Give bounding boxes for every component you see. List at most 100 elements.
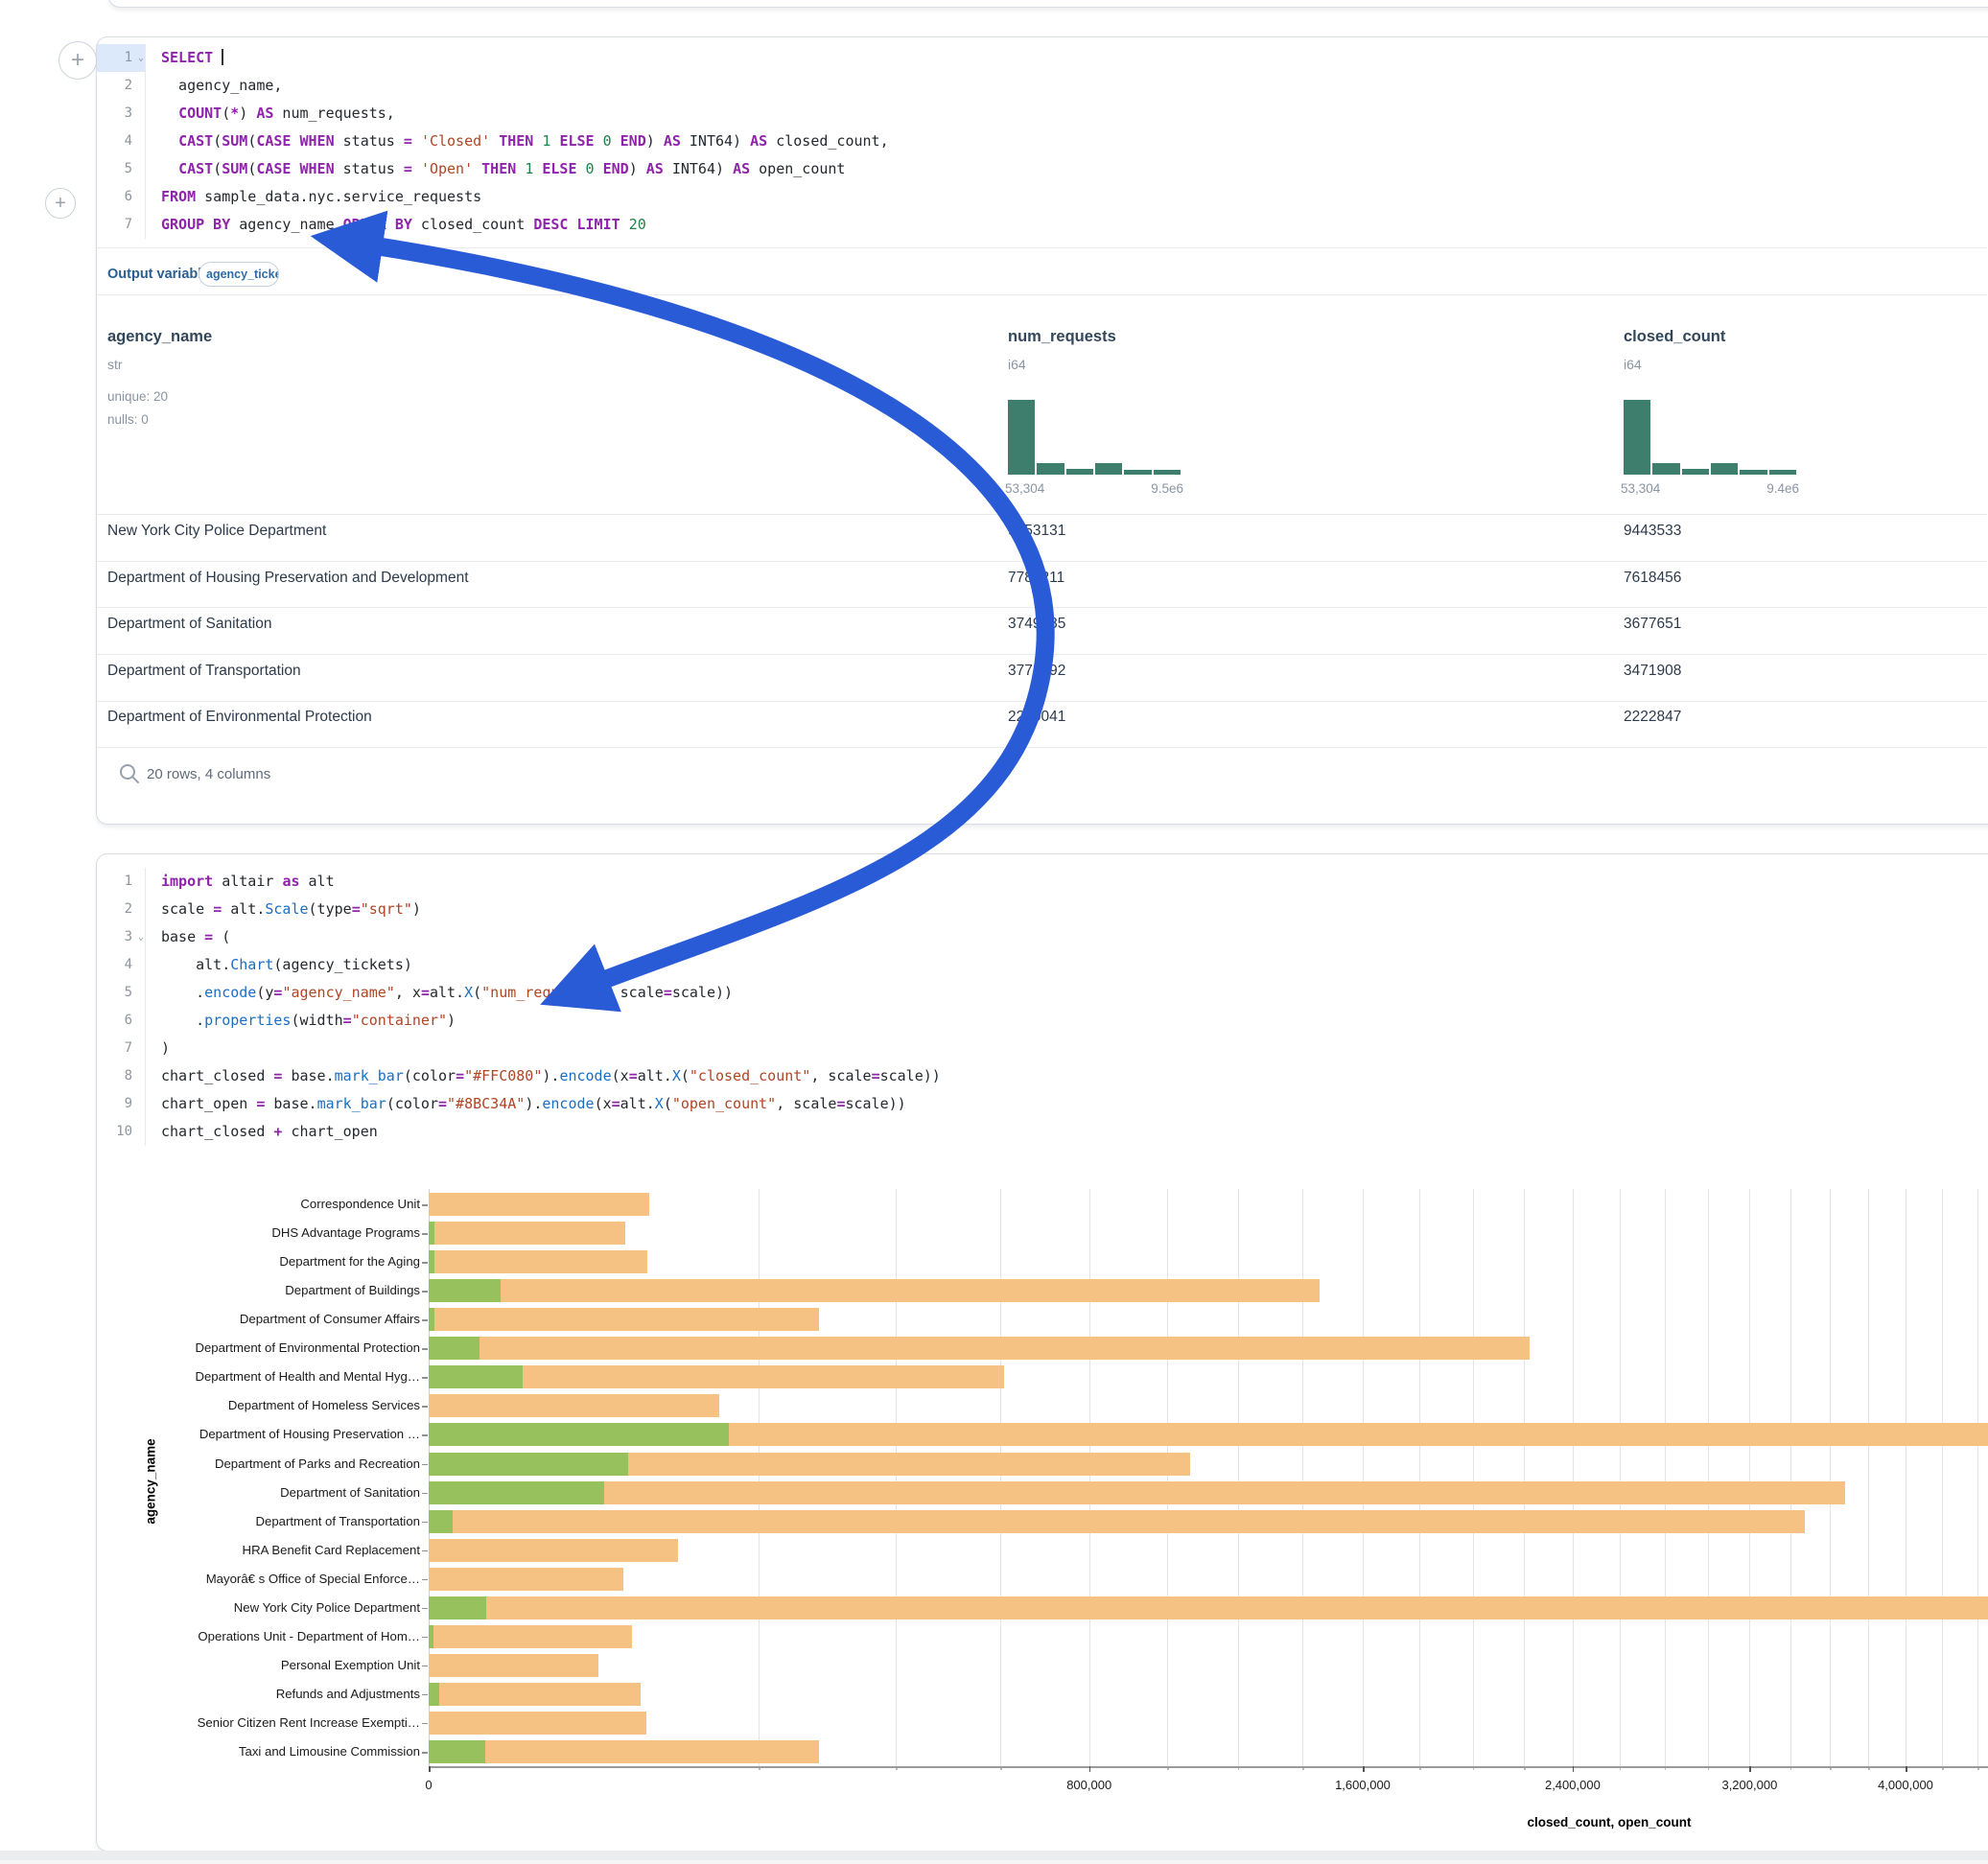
line-number: 1⌄: [97, 44, 146, 72]
histogram-bar: [1624, 400, 1650, 475]
code-line: 7): [97, 1035, 1987, 1062]
code-text: scale = alt.Scale(type="sqrt"): [146, 896, 421, 923]
bar-closed-count: [429, 1712, 646, 1735]
column-histogram: [1624, 400, 1796, 475]
column-type: str: [107, 357, 123, 372]
histogram-bar: [1652, 463, 1679, 475]
cell-closed-count: 7618456: [1624, 570, 1681, 587]
y-axis-label: Department of Buildings: [132, 1283, 420, 1297]
y-axis-tick: [422, 1637, 428, 1639]
y-axis-tick: [422, 1262, 428, 1264]
code-text: .properties(width="container"): [146, 1007, 456, 1035]
y-axis-tick: [422, 1723, 428, 1725]
column-header: closed_count: [1624, 328, 1725, 346]
histogram-max-label: 9.4e6: [1624, 481, 1799, 496]
code-line: 4 alt.Chart(agency_tickets): [97, 951, 1987, 979]
bar-closed-count: [429, 1510, 1805, 1533]
code-text: .encode(y="agency_name", x=alt.X("num_re…: [146, 979, 733, 1007]
search-icon[interactable]: [119, 763, 140, 784]
y-axis-label: HRA Benefit Card Replacement: [132, 1543, 420, 1557]
line-number: 7: [97, 1035, 146, 1062]
cell-closed-count: 2222847: [1624, 709, 1681, 726]
bar-closed-count: [429, 1279, 1320, 1302]
bar-closed-count: [429, 1481, 1845, 1504]
y-axis-label: Department of Consumer Affairs: [132, 1312, 420, 1326]
divider: [97, 294, 1987, 295]
add-cell-button-output[interactable]: +: [45, 188, 76, 219]
x-axis-tick: [1573, 1766, 1575, 1772]
y-axis-tick: [422, 1666, 428, 1667]
bar-closed-count: [429, 1337, 1530, 1360]
gridline: [1749, 1189, 1750, 1766]
y-axis-label: Department of Parks and Recreation: [132, 1456, 420, 1471]
bar-open-count: [429, 1279, 501, 1302]
y-axis-label: Department of Homeless Services: [132, 1398, 420, 1412]
y-axis-tick: [422, 1464, 428, 1466]
bar-closed-count: [429, 1568, 623, 1591]
bar-open-count: [429, 1740, 485, 1763]
page-gap: [0, 1851, 1988, 1860]
histogram-bar: [1711, 463, 1738, 475]
code-line: 7GROUP BY agency_name ORDER BY closed_co…: [97, 211, 1987, 239]
bar-closed-count: [429, 1193, 649, 1216]
page-gap: [0, 1860, 1988, 1864]
cell-agency-name: Department of Environmental Protection: [107, 709, 372, 726]
histogram-bar: [1124, 470, 1151, 475]
bar-open-count: [429, 1510, 453, 1533]
line-number: 5: [97, 155, 146, 183]
code-text: alt.Chart(agency_tickets): [146, 951, 412, 979]
gridline: [1238, 1189, 1239, 1766]
gridline: [1363, 1189, 1364, 1766]
y-axis-title: agency_name: [144, 1438, 158, 1524]
line-number: 8: [97, 1062, 146, 1090]
x-axis-tick: [1089, 1766, 1091, 1772]
line-number: 6: [97, 1007, 146, 1035]
code-line: 1import altair as alt: [97, 868, 1987, 896]
code-text: CAST(SUM(CASE WHEN status = 'Closed' THE…: [146, 128, 889, 155]
code-text: COUNT(*) AS num_requests,: [146, 100, 395, 128]
code-line: 1⌄SELECT: [97, 44, 1987, 72]
y-axis-tick: [422, 1204, 428, 1206]
y-axis-tick: [422, 1406, 428, 1408]
output-variable-pill[interactable]: agency_tickets: [199, 262, 279, 287]
gridline: [1573, 1189, 1574, 1766]
gridline: [1665, 1189, 1666, 1766]
code-text: chart_closed = base.mark_bar(color="#FFC…: [146, 1062, 941, 1090]
line-number: 4: [97, 951, 146, 979]
y-axis-label: Department for the Aging: [132, 1254, 420, 1269]
gridline: [1790, 1189, 1791, 1766]
bar-closed-count: [429, 1596, 1988, 1619]
row-divider: [97, 654, 1987, 655]
bar-open-count: [429, 1250, 434, 1273]
bar-open-count: [429, 1625, 433, 1648]
y-axis-label: New York City Police Department: [132, 1600, 420, 1615]
cell-agency-name: New York City Police Department: [107, 523, 326, 540]
cell-num-requests: 3749485: [1008, 616, 1065, 633]
gridline: [1473, 1189, 1474, 1766]
bar-open-count: [429, 1308, 434, 1331]
sql-editor[interactable]: 1⌄SELECT 2 agency_name,3 COUNT(*) AS num…: [97, 44, 1987, 239]
code-line: 3⌄base = (: [97, 923, 1987, 951]
previous-cell-edge: [108, 0, 1988, 8]
y-axis-tick: [422, 1348, 428, 1350]
add-cell-button-top[interactable]: +: [58, 41, 97, 80]
collapse-chevron-icon[interactable]: ⌄: [138, 923, 144, 951]
collapse-chevron-icon[interactable]: ⌄: [138, 44, 144, 72]
bar-closed-count: [429, 1683, 641, 1706]
cell-agency-name: Department of Transportation: [107, 663, 301, 680]
code-line: 3 COUNT(*) AS num_requests,: [97, 100, 1987, 128]
column-type: i64: [1624, 357, 1642, 372]
code-line: 4 CAST(SUM(CASE WHEN status = 'Closed' T…: [97, 128, 1987, 155]
python-editor[interactable]: 1import altair as alt2scale = alt.Scale(…: [97, 868, 1987, 1146]
gridline: [1830, 1189, 1831, 1766]
bar-closed-count: [429, 1539, 678, 1562]
table-footer-summary: 20 rows, 4 columns: [147, 766, 270, 782]
x-axis-tick-label: 4,000,000: [1878, 1778, 1933, 1792]
line-number: 1: [97, 868, 146, 896]
bar-open-count: [429, 1337, 479, 1360]
row-divider: [97, 747, 1987, 748]
histogram-bar: [1154, 470, 1181, 475]
bar-closed-count: [429, 1222, 625, 1245]
histogram-max-label: 9.5e6: [1008, 481, 1183, 496]
gridline: [1302, 1189, 1303, 1766]
